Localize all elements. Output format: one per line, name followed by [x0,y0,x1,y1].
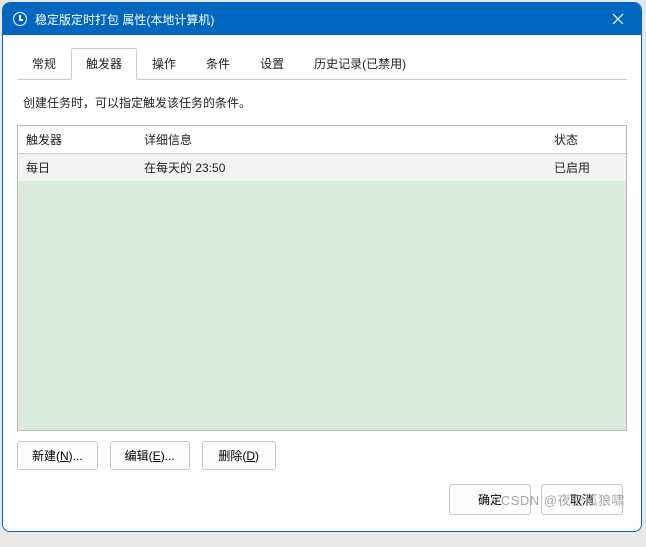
tab-conditions[interactable]: 条件 [191,48,245,80]
tab-settings[interactable]: 设置 [245,48,299,80]
close-button[interactable] [595,3,641,35]
titlebar: 稳定版定时打包 属性(本地计算机) [3,3,641,35]
edit-button[interactable]: 编辑(E)... [110,441,190,470]
dialog-window: 稳定版定时打包 属性(本地计算机) 常规 触发器 操作 条件 设置 历史记录(已… [2,2,642,532]
triggers-table: 触发器 详细信息 状态 每日 在每天的 23:50 已启用 [17,125,627,431]
col-header-detail[interactable]: 详细信息 [136,126,546,153]
content-area: 常规 触发器 操作 条件 设置 历史记录(已禁用) 创建任务时，可以指定触发该任… [3,35,641,531]
edit-button-label: 编辑(E)... [125,449,175,463]
close-icon [612,13,624,25]
tab-triggers[interactable]: 触发器 [71,48,137,80]
table-row[interactable]: 每日 在每天的 23:50 已启用 [18,154,626,181]
tab-general[interactable]: 常规 [17,48,71,80]
col-header-trigger[interactable]: 触发器 [18,126,136,153]
delete-button[interactable]: 删除(D) [202,441,276,470]
tab-history[interactable]: 历史记录(已禁用) [299,48,421,80]
cancel-button[interactable]: 取消 [541,484,623,515]
window-title: 稳定版定时打包 属性(本地计算机) [35,11,595,28]
trigger-buttons: 新建(N)... 编辑(E)... 删除(D) [17,441,627,478]
cell-status: 已启用 [546,154,626,181]
tab-description: 创建任务时，可以指定触发该任务的条件。 [17,80,627,123]
delete-button-label: 删除(D) [218,449,259,463]
tab-strip: 常规 触发器 操作 条件 设置 历史记录(已禁用) [17,47,627,80]
tab-actions[interactable]: 操作 [137,48,191,80]
new-button[interactable]: 新建(N)... [17,441,98,470]
col-header-status[interactable]: 状态 [546,126,626,153]
table-body: 每日 在每天的 23:50 已启用 [18,154,626,430]
dialog-footer: 确定 取消 [17,478,627,517]
ok-button[interactable]: 确定 [449,484,531,515]
clock-icon [13,12,27,26]
cell-trigger: 每日 [18,154,136,181]
new-button-label: 新建(N)... [32,449,83,463]
cell-detail: 在每天的 23:50 [136,154,546,181]
table-header: 触发器 详细信息 状态 [18,126,626,154]
